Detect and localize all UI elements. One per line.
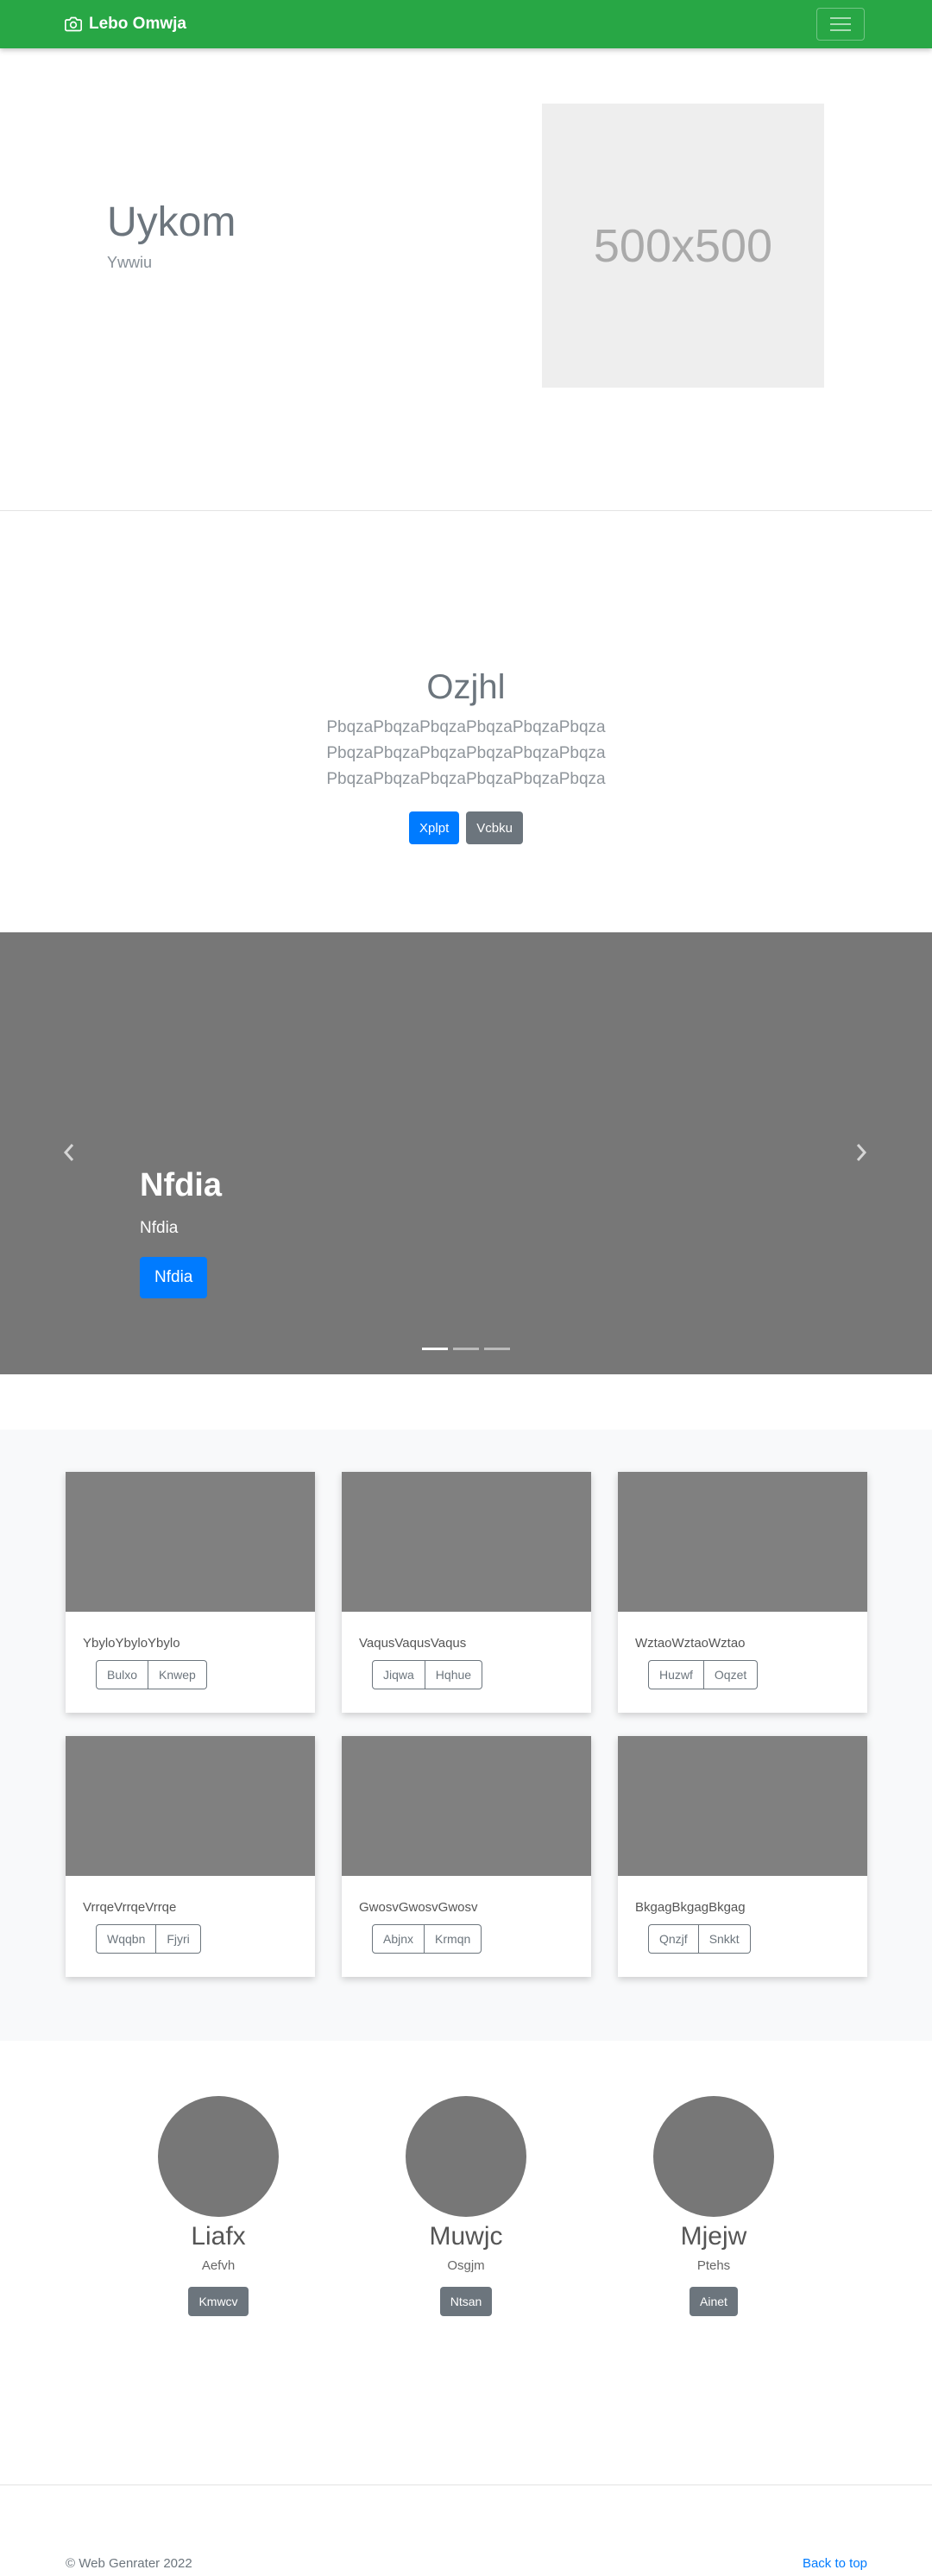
- card-text: YbyloYbyloYbylo: [83, 1636, 180, 1651]
- card-image: [66, 1736, 315, 1876]
- hamburger-icon: [830, 17, 851, 31]
- chevron-right-icon[interactable]: [851, 1140, 872, 1165]
- card-button-group: Wqqbn Fjyri: [96, 1924, 201, 1954]
- jumbotron-primary-button[interactable]: Xplpt: [409, 811, 460, 844]
- card-view-button[interactable]: Jiqwa: [372, 1660, 425, 1689]
- card-text: WztaoWztaoWztao: [635, 1636, 746, 1651]
- card-text: BkgagBkgagBkgag: [635, 1900, 746, 1915]
- navbar-toggle-button[interactable]: [816, 8, 865, 41]
- jumbotron-line: PbqzaPbqzaPbqzaPbqzaPbqzaPbqza: [326, 770, 606, 788]
- jumbotron-lead: PbqzaPbqzaPbqzaPbqzaPbqzaPbqza PbqzaPbqz…: [0, 715, 932, 792]
- carousel: Nfdia Nfdia Nfdia: [0, 932, 932, 1374]
- hero-section: Uykom Ywwiu 500x500: [0, 48, 932, 511]
- brand-link[interactable]: Lebo Omwja: [65, 14, 186, 35]
- camera-icon: [65, 16, 82, 32]
- card-text: VrrqeVrrqeVrrqe: [83, 1900, 177, 1915]
- member-role: Osgjm: [447, 2258, 485, 2273]
- hero-image-placeholder: 500x500: [542, 104, 824, 388]
- card-button-group: Qnzjf Snkkt: [648, 1924, 751, 1954]
- team-member: Liafx Aefvh Kmwcv: [132, 2096, 305, 2316]
- jumbotron-section: Ozjhl PbqzaPbqzaPbqzaPbqzaPbqzaPbqza Pbq…: [0, 511, 932, 932]
- card-edit-button[interactable]: Knwep: [148, 1660, 207, 1689]
- album-card: VrrqeVrrqeVrrqe Wqqbn Fjyri: [66, 1736, 315, 1977]
- member-name: Muwjc: [429, 2222, 503, 2251]
- back-to-top-link[interactable]: Back to top: [803, 2556, 867, 2571]
- card-button-group: Jiqwa Hqhue: [372, 1660, 483, 1689]
- album-card: YbyloYbyloYbylo Bulxo Knwep: [66, 1472, 315, 1713]
- member-button[interactable]: Ntsan: [439, 2287, 493, 2316]
- copyright-text: © Web Genrater 2022: [66, 2556, 192, 2571]
- member-name: Liafx: [191, 2222, 246, 2251]
- jumbotron-title: Ozjhl: [426, 668, 506, 706]
- chevron-left-icon[interactable]: [59, 1140, 79, 1165]
- carousel-caption-subtitle: Nfdia: [140, 1219, 179, 1237]
- hero-subtitle: Ywwiu: [107, 254, 153, 271]
- member-button[interactable]: Kmwcv: [188, 2287, 249, 2316]
- card-image: [342, 1736, 591, 1876]
- jumbotron-secondary-button[interactable]: Vcbku: [466, 811, 523, 844]
- card-image: [342, 1472, 591, 1612]
- card-text: VaqusVaqusVaqus: [359, 1636, 467, 1651]
- card-button-group: Abjnx Krmqn: [372, 1924, 482, 1954]
- navbar: Lebo Omwja: [0, 0, 932, 48]
- card-image: [66, 1472, 315, 1612]
- card-view-button[interactable]: Huzwf: [648, 1660, 704, 1689]
- carousel-indicators: [0, 1348, 932, 1350]
- member-button[interactable]: Ainet: [690, 2287, 738, 2316]
- member-role: Ptehs: [696, 2258, 731, 2273]
- brand-name: Lebo Omwja: [89, 15, 186, 33]
- carousel-caption-title: Nfdia: [140, 1167, 222, 1203]
- jumbotron-buttons: Xplpt Vcbku: [0, 811, 932, 844]
- carousel-caption-button[interactable]: Nfdia: [140, 1257, 208, 1298]
- card-view-button[interactable]: Bulxo: [96, 1660, 149, 1689]
- member-name: Mjejw: [680, 2222, 747, 2251]
- card-text: GwosvGwosvGwosv: [359, 1900, 478, 1915]
- album-card: WztaoWztaoWztao Huzwf Oqzet: [618, 1472, 867, 1713]
- card-edit-button[interactable]: Snkkt: [698, 1924, 751, 1954]
- jumbotron-line: PbqzaPbqzaPbqzaPbqzaPbqzaPbqza: [326, 744, 606, 762]
- carousel-indicator-1[interactable]: [422, 1348, 448, 1350]
- avatar: [406, 2096, 526, 2217]
- team-member: Muwjc Osgjm Ntsan: [380, 2096, 552, 2316]
- card-image: [618, 1472, 867, 1612]
- carousel-indicator-2[interactable]: [453, 1348, 479, 1350]
- card-view-button[interactable]: Abjnx: [372, 1924, 425, 1954]
- card-edit-button[interactable]: Krmqn: [425, 1924, 482, 1954]
- card-view-button[interactable]: Qnzjf: [648, 1924, 699, 1954]
- card-edit-button[interactable]: Hqhue: [425, 1660, 483, 1689]
- album-section: YbyloYbyloYbylo Bulxo Knwep VaqusVaqusVa…: [0, 1430, 932, 2041]
- card-button-group: Huzwf Oqzet: [648, 1660, 759, 1689]
- album-card: VaqusVaqusVaqus Jiqwa Hqhue: [342, 1472, 591, 1713]
- hero-title: Uykom: [107, 199, 236, 245]
- footer: © Web Genrater 2022 Back to top: [0, 2484, 932, 2576]
- team-member: Mjejw Ptehs Ainet: [627, 2096, 800, 2316]
- avatar: [653, 2096, 774, 2217]
- card-edit-button[interactable]: Oqzet: [703, 1660, 759, 1689]
- card-image: [618, 1736, 867, 1876]
- album-card: BkgagBkgagBkgag Qnzjf Snkkt: [618, 1736, 867, 1977]
- avatar: [158, 2096, 279, 2217]
- member-role: Aefvh: [201, 2258, 236, 2273]
- jumbotron-line: PbqzaPbqzaPbqzaPbqzaPbqzaPbqza: [326, 718, 606, 736]
- carousel-indicator-3[interactable]: [484, 1348, 510, 1350]
- card-edit-button[interactable]: Fjyri: [156, 1924, 201, 1954]
- card-button-group: Bulxo Knwep: [96, 1660, 207, 1689]
- album-card: GwosvGwosvGwosv Abjnx Krmqn: [342, 1736, 591, 1977]
- card-view-button[interactable]: Wqqbn: [96, 1924, 157, 1954]
